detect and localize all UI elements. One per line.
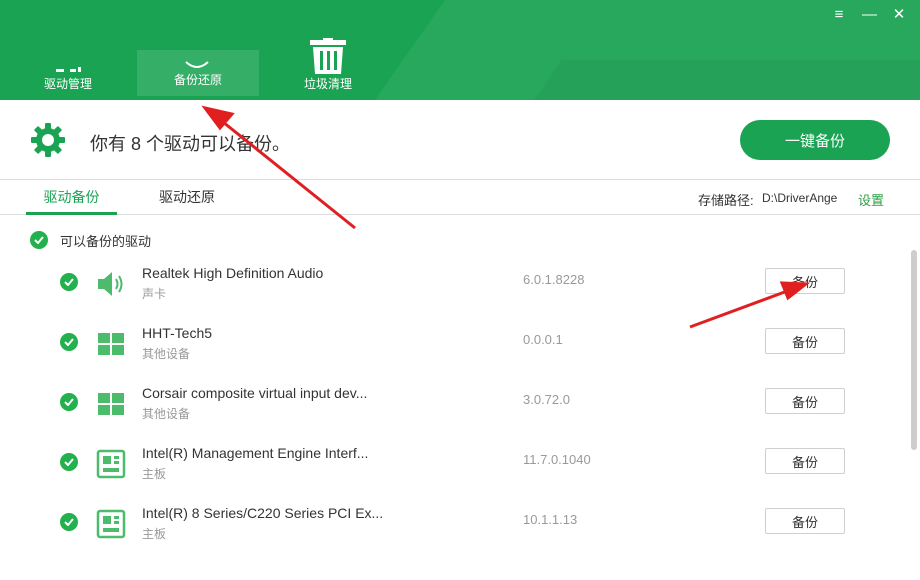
check-icon[interactable]: [60, 393, 78, 411]
speaker-icon: [98, 272, 123, 296]
check-icon[interactable]: [60, 333, 78, 351]
tab-backup-restore[interactable]: 备份还原: [137, 50, 259, 96]
driver-type: 主板: [142, 467, 167, 481]
tab-driver-restore[interactable]: 驱动还原: [142, 180, 232, 215]
driver-version: 11.7.0.1040: [523, 452, 591, 467]
scrollbar-thumb[interactable]: [911, 250, 917, 450]
driver-type: 主板: [142, 527, 167, 541]
backup-button[interactable]: 备份: [765, 508, 845, 534]
driver-version: 3.0.72.0: [523, 392, 570, 407]
motherboard-icon: [96, 509, 126, 539]
settings-link[interactable]: 设置: [858, 190, 884, 209]
storage-path-value: D:\DriverAnge: [762, 191, 838, 205]
driver-row: Realtek High Definition Audio 声卡 6.0.1.8…: [0, 263, 905, 323]
driver-name: Corsair composite virtual input dev...: [142, 385, 368, 401]
driver-row: Intel(R) Management Engine Interf... 主板 …: [0, 443, 905, 503]
window-controls: ≡ — ✕: [832, 6, 906, 24]
driver-version: 0.0.0.1: [523, 332, 563, 347]
sub-tab-bar: 驱动备份 驱动还原 存储路径: D:\DriverAnge 设置: [0, 180, 920, 215]
windows-icon: [98, 393, 124, 415]
close-icon[interactable]: ✕: [892, 6, 906, 24]
motherboard-icon: [96, 449, 126, 479]
vertical-scrollbar[interactable]: [908, 216, 920, 580]
driver-type: 其他设备: [142, 347, 191, 361]
backup-button[interactable]: 备份: [765, 388, 845, 414]
tab-driver-backup[interactable]: 驱动备份: [26, 180, 117, 215]
driver-type: 其他设备: [142, 407, 191, 421]
driver-name: Intel(R) 8 Series/C220 Series PCI Ex...: [142, 505, 384, 521]
check-icon[interactable]: [60, 513, 78, 531]
driver-name: Realtek High Definition Audio: [142, 265, 324, 281]
check-icon[interactable]: [60, 273, 78, 291]
check-icon[interactable]: [60, 453, 78, 471]
backup-button[interactable]: 备份: [765, 268, 845, 294]
one-click-backup-button[interactable]: 一键备份: [740, 120, 890, 160]
backup-button[interactable]: 备份: [765, 448, 845, 474]
storage-path-label: 存储路径:: [698, 193, 754, 208]
check-icon[interactable]: [30, 231, 48, 249]
driver-row: HHT-Tech5 其他设备 0.0.0.1 备份: [0, 323, 905, 383]
trash-icon: [310, 38, 346, 74]
section-title: 可以备份的驱动: [60, 233, 152, 249]
top-header-bar: ≡ — ✕ 驱动管理 备份还原 垃圾清理: [0, 0, 920, 100]
tab-label: 垃圾清理: [303, 77, 352, 91]
backup-restore-icon: [185, 61, 209, 68]
driver-name: Intel(R) Management Engine Interf...: [142, 445, 369, 461]
minimize-icon[interactable]: —: [862, 6, 877, 24]
driver-row: Corsair composite virtual input dev... 其…: [0, 383, 905, 443]
section-header: 可以备份的驱动: [30, 230, 151, 250]
driver-manage-icon: [56, 67, 81, 72]
backup-button[interactable]: 备份: [765, 328, 845, 354]
tab-driver-manage[interactable]: 驱动管理: [30, 0, 106, 100]
driver-row: Intel(R) 8 Series/C220 Series PCI Ex... …: [0, 503, 905, 563]
driver-type: 声卡: [142, 287, 167, 301]
driver-version: 6.0.1.8228: [523, 272, 585, 287]
tab-junk-clean[interactable]: 垃圾清理: [290, 0, 366, 100]
backup-summary: 你有 8 个驱动可以备份。 一键备份: [0, 100, 920, 180]
summary-text: 你有 8 个驱动可以备份。: [90, 134, 291, 154]
tab-label: 驱动管理: [43, 77, 92, 91]
driver-name: HHT-Tech5: [142, 325, 213, 341]
gear-icon: [31, 123, 65, 157]
menu-icon[interactable]: ≡: [832, 6, 846, 24]
tab-label: 备份还原: [173, 73, 222, 87]
windows-icon: [98, 333, 124, 355]
driver-version: 10.1.1.13: [523, 512, 578, 527]
